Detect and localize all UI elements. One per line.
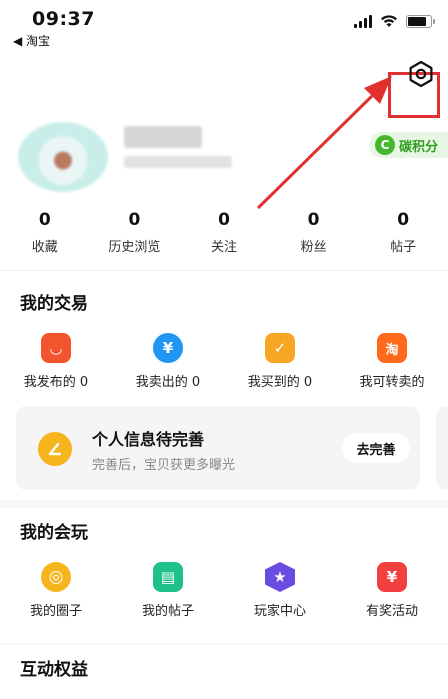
carbon-points-badge[interactable]: C 碳积分 xyxy=(368,132,448,158)
taobao-icon: 淘 xyxy=(377,333,407,363)
grid-label: 我买到的 0 xyxy=(247,375,313,390)
user-info-blurred xyxy=(124,156,232,168)
interactive-rights-section: 互动权益 xyxy=(0,645,448,699)
stat-value: 0 xyxy=(38,210,51,230)
stat-favorites[interactable]: 0 收藏 xyxy=(0,210,90,255)
stat-value: 0 xyxy=(128,210,141,230)
section-title: 我的会玩 xyxy=(20,523,88,543)
play-item-circles[interactable]: ◎ 我的圈子 xyxy=(0,562,112,619)
stat-label: 粉丝 xyxy=(300,240,327,255)
post-icon: ▤ xyxy=(153,562,183,592)
stat-label: 历史浏览 xyxy=(108,240,161,255)
trade-grid: ◡ 我发布的 0 ¥ 我卖出的 0 ✓ 我买到的 0 淘 我可转卖的 xyxy=(0,333,448,390)
status-icons xyxy=(354,14,435,28)
trade-item-published[interactable]: ◡ 我发布的 0 xyxy=(0,333,112,390)
stat-label: 收藏 xyxy=(31,240,58,255)
stat-value: 0 xyxy=(218,210,230,230)
stat-posts[interactable]: 0 帖子 xyxy=(358,210,448,255)
grid-label: 我可转卖的 xyxy=(359,375,425,390)
stats-row: 0 收藏 0 历史浏览 0 关注 0 粉丝 0 帖子 xyxy=(0,210,448,255)
profile-header: C 碳积分 0 收藏 0 历史浏览 0 关注 0 粉丝 0 帖子 xyxy=(0,52,448,270)
stat-value: 0 xyxy=(307,210,320,230)
complete-profile-button[interactable]: 去完善 xyxy=(342,433,410,463)
play-item-prize-events[interactable]: ¥ 有奖活动 xyxy=(336,562,448,619)
grid-label: 我的圈子 xyxy=(29,604,82,619)
wifi-icon xyxy=(381,15,397,27)
back-to-app-link[interactable]: ◀ 淘宝 xyxy=(13,32,50,49)
play-item-posts[interactable]: ▤ 我的帖子 xyxy=(112,562,224,619)
stat-label: 帖子 xyxy=(390,240,417,255)
status-bar: 09:37 ◀ 淘宝 xyxy=(0,0,448,52)
avatar[interactable] xyxy=(18,122,108,192)
circle-icon: ◎ xyxy=(41,562,71,592)
status-time: 09:37 xyxy=(32,8,95,30)
next-card-peek[interactable] xyxy=(436,406,448,490)
my-trades-section: 我的交易 ◡ 我发布的 0 ¥ 我卖出的 0 ✓ 我买到的 0 淘 我可转卖的 … xyxy=(0,270,448,500)
check-icon: ✓ xyxy=(265,333,295,363)
prize-icon: ¥ xyxy=(377,562,407,592)
bag-icon: ◡ xyxy=(41,333,71,363)
yuan-icon: ¥ xyxy=(153,333,183,363)
grid-label: 我卖出的 0 xyxy=(135,375,201,390)
card-title: 个人信息待完善 xyxy=(92,430,205,449)
section-title: 我的交易 xyxy=(20,294,88,314)
grid-label: 我发布的 0 xyxy=(23,375,89,390)
play-item-player-center[interactable]: ★ 玩家中心 xyxy=(224,562,336,619)
stat-history[interactable]: 0 历史浏览 xyxy=(90,210,180,255)
my-play-section: 我的会玩 ◎ 我的圈子 ▤ 我的帖子 ★ 玩家中心 ¥ 有奖活动 xyxy=(0,508,448,643)
settings-icon[interactable] xyxy=(407,60,435,88)
grid-label: 我的帖子 xyxy=(141,604,194,619)
play-grid: ◎ 我的圈子 ▤ 我的帖子 ★ 玩家中心 ¥ 有奖活动 xyxy=(0,562,448,619)
grid-label: 玩家中心 xyxy=(253,604,306,619)
trade-item-resellable[interactable]: 淘 我可转卖的 xyxy=(336,333,448,390)
cellular-signal-icon xyxy=(354,14,372,28)
grid-label: 有奖活动 xyxy=(365,604,418,619)
star-icon: ★ xyxy=(265,562,295,592)
profile-completion-card[interactable]: 个人信息待完善 完善后，宝贝获更多曝光 去完善 xyxy=(16,406,420,490)
stat-fans[interactable]: 0 粉丝 xyxy=(269,210,359,255)
carbon-icon: C xyxy=(374,135,395,155)
edit-icon xyxy=(38,432,72,466)
stat-value: 0 xyxy=(397,210,410,230)
nickname-blurred[interactable] xyxy=(124,126,202,148)
section-title: 互动权益 xyxy=(20,660,88,680)
stat-label: 关注 xyxy=(210,240,237,255)
carbon-points-label: 碳积分 xyxy=(398,139,438,155)
trade-item-bought[interactable]: ✓ 我买到的 0 xyxy=(224,333,336,390)
card-subtitle: 完善后，宝贝获更多曝光 xyxy=(92,458,236,473)
battery-icon xyxy=(406,14,435,28)
stat-following[interactable]: 0 关注 xyxy=(179,210,269,255)
trade-item-sold[interactable]: ¥ 我卖出的 0 xyxy=(112,333,224,390)
